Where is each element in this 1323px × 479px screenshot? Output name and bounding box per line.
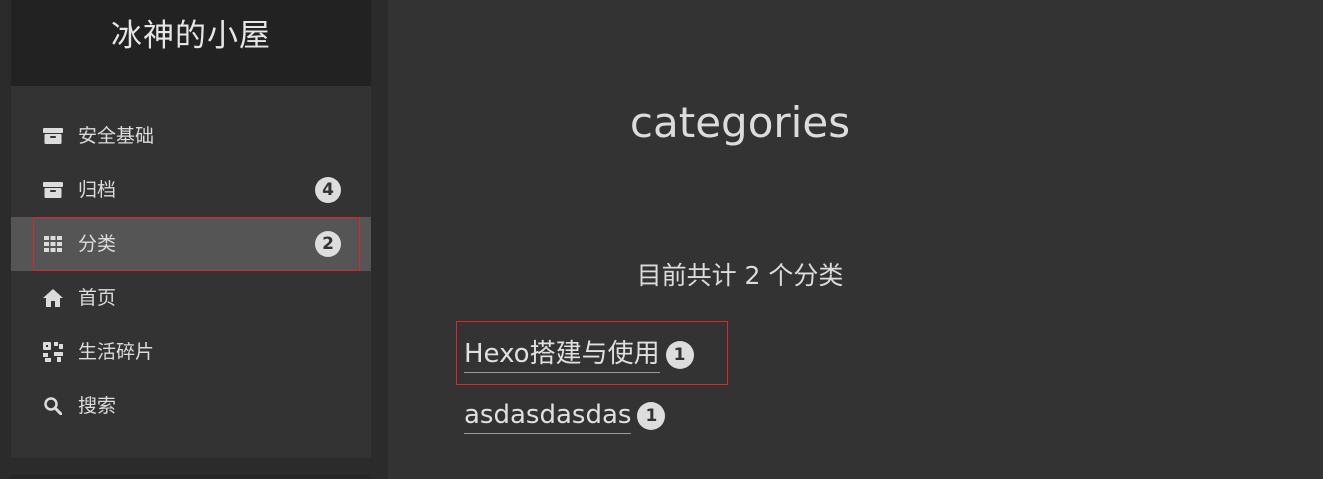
count-badge: 2 (315, 231, 341, 257)
sidebar-item-search[interactable]: 搜索 (11, 379, 371, 433)
main-content: categories 目前共计 2 个分类 Hexo搭建与使用 1 asdasda… (388, 0, 1323, 479)
sidebar-item-life-fragments[interactable]: 生活碎片 (11, 325, 371, 379)
category-link[interactable]: Hexo搭建与使用 (464, 337, 660, 373)
sidebar-item-label: 分类 (78, 233, 117, 255)
category-summary: 目前共计 2 个分类 (636, 261, 844, 290)
count-badge: 4 (315, 177, 341, 203)
fragments-icon (43, 342, 63, 362)
category-count-badge: 1 (665, 341, 694, 369)
category-count-badge: 1 (637, 402, 666, 430)
list-item: asdasdasdas 1 (464, 398, 666, 438)
sidebar-item-label: 生活碎片 (78, 341, 155, 363)
sidebar: 冰神的小屋 安全基础 归档 4 分类 2 首页 生活碎片 搜索 (11, 0, 371, 479)
page-title: categories (629, 98, 851, 147)
site-title[interactable]: 冰神的小屋 (11, 10, 371, 55)
sidebar-item-label: 搜索 (78, 395, 117, 417)
sidebar-item-archives[interactable]: 归档 4 (11, 163, 371, 217)
list-item: Hexo搭建与使用 1 (464, 337, 694, 377)
sidebar-footer (11, 458, 371, 479)
category-link[interactable]: asdasdasdas (464, 398, 632, 434)
archive-icon (43, 180, 63, 200)
sidebar-footer-strip (11, 475, 371, 479)
th-grid-icon (43, 234, 63, 254)
site-brand: 冰神的小屋 (11, 0, 371, 86)
sidebar-item-label: 归档 (78, 179, 117, 201)
search-icon (43, 396, 63, 416)
